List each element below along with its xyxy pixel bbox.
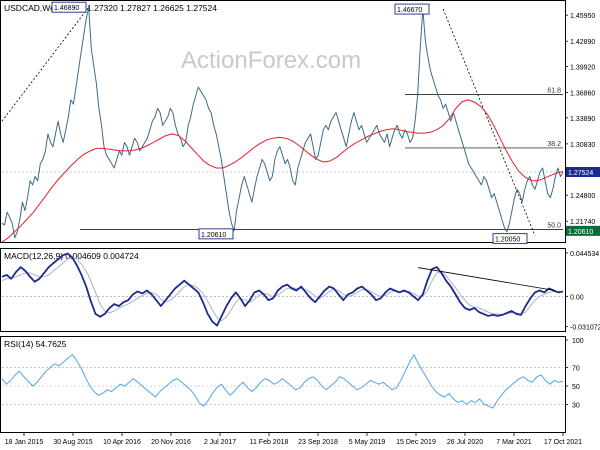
- fib-label: 61.8: [547, 87, 561, 94]
- y-tick-label: 1.36860: [570, 91, 595, 98]
- macd-y-tick-label: 0.044534: [570, 251, 599, 258]
- fib-label: 38.2: [547, 141, 561, 148]
- y-tick-label: 1.39920: [570, 65, 595, 72]
- rsi-y-tick-label: 30: [572, 402, 580, 409]
- macd-y-tick-label: 0.00: [570, 294, 584, 301]
- rsi-y-tick-label: 100: [572, 338, 584, 345]
- annotation-label: 1.46670: [397, 7, 422, 14]
- y-tick-label: 1.30830: [570, 142, 595, 149]
- x-tick-label: 20 Nov 2016: [151, 439, 191, 446]
- annotation-label: 1.20610: [201, 232, 226, 239]
- x-tick-label: 30 Aug 2015: [53, 439, 92, 446]
- annotation-label: 1.46890: [54, 5, 79, 12]
- x-tick-label: 15 Dec 2019: [396, 439, 436, 446]
- x-tick-label: 26 Jul 2020: [447, 439, 483, 446]
- rsi-y-tick-label: 50: [572, 384, 580, 391]
- x-tick-label: 18 Jan 2015: [5, 439, 44, 446]
- price-ohlc: 1.27320 1.27827 1.26625 1.27524: [87, 3, 217, 13]
- x-tick-label: 5 May 2019: [349, 439, 386, 446]
- current-price-label: 1.27524: [568, 170, 593, 177]
- x-tick-label: 17 Oct 2021: [544, 439, 582, 446]
- y-tick-label: 1.24800: [570, 193, 595, 200]
- rsi-y-tick-label: 70: [572, 366, 580, 373]
- y-tick-label: 1.21740: [570, 219, 595, 226]
- watermark: ActionForex.com: [181, 47, 361, 74]
- x-tick-label: 10 Apr 2016: [103, 439, 141, 446]
- y-tick-label: 1.42890: [570, 39, 595, 46]
- rsi-title: RSI(14) 54.7625: [4, 339, 67, 349]
- usdcad-weekly-chart: ActionForex.com USDCAD,Weekly 1.27320 1.…: [0, 0, 600, 450]
- fib-label: 50.0: [547, 223, 561, 230]
- x-tick-label: 7 Mar 2021: [496, 439, 532, 446]
- y-tick-label: 1.33890: [570, 116, 595, 123]
- x-tick-label: 2 Jul 2017: [204, 439, 236, 446]
- annotation-label: 1.20050: [495, 237, 520, 244]
- x-tick-label: 11 Feb 2018: [250, 439, 289, 446]
- support-level-label: 1.20610: [568, 229, 593, 236]
- macd-y-tick-label: -0.031072: [570, 325, 600, 332]
- x-tick-label: 23 Sep 2018: [298, 439, 338, 446]
- y-tick-label: 1.45950: [570, 13, 595, 20]
